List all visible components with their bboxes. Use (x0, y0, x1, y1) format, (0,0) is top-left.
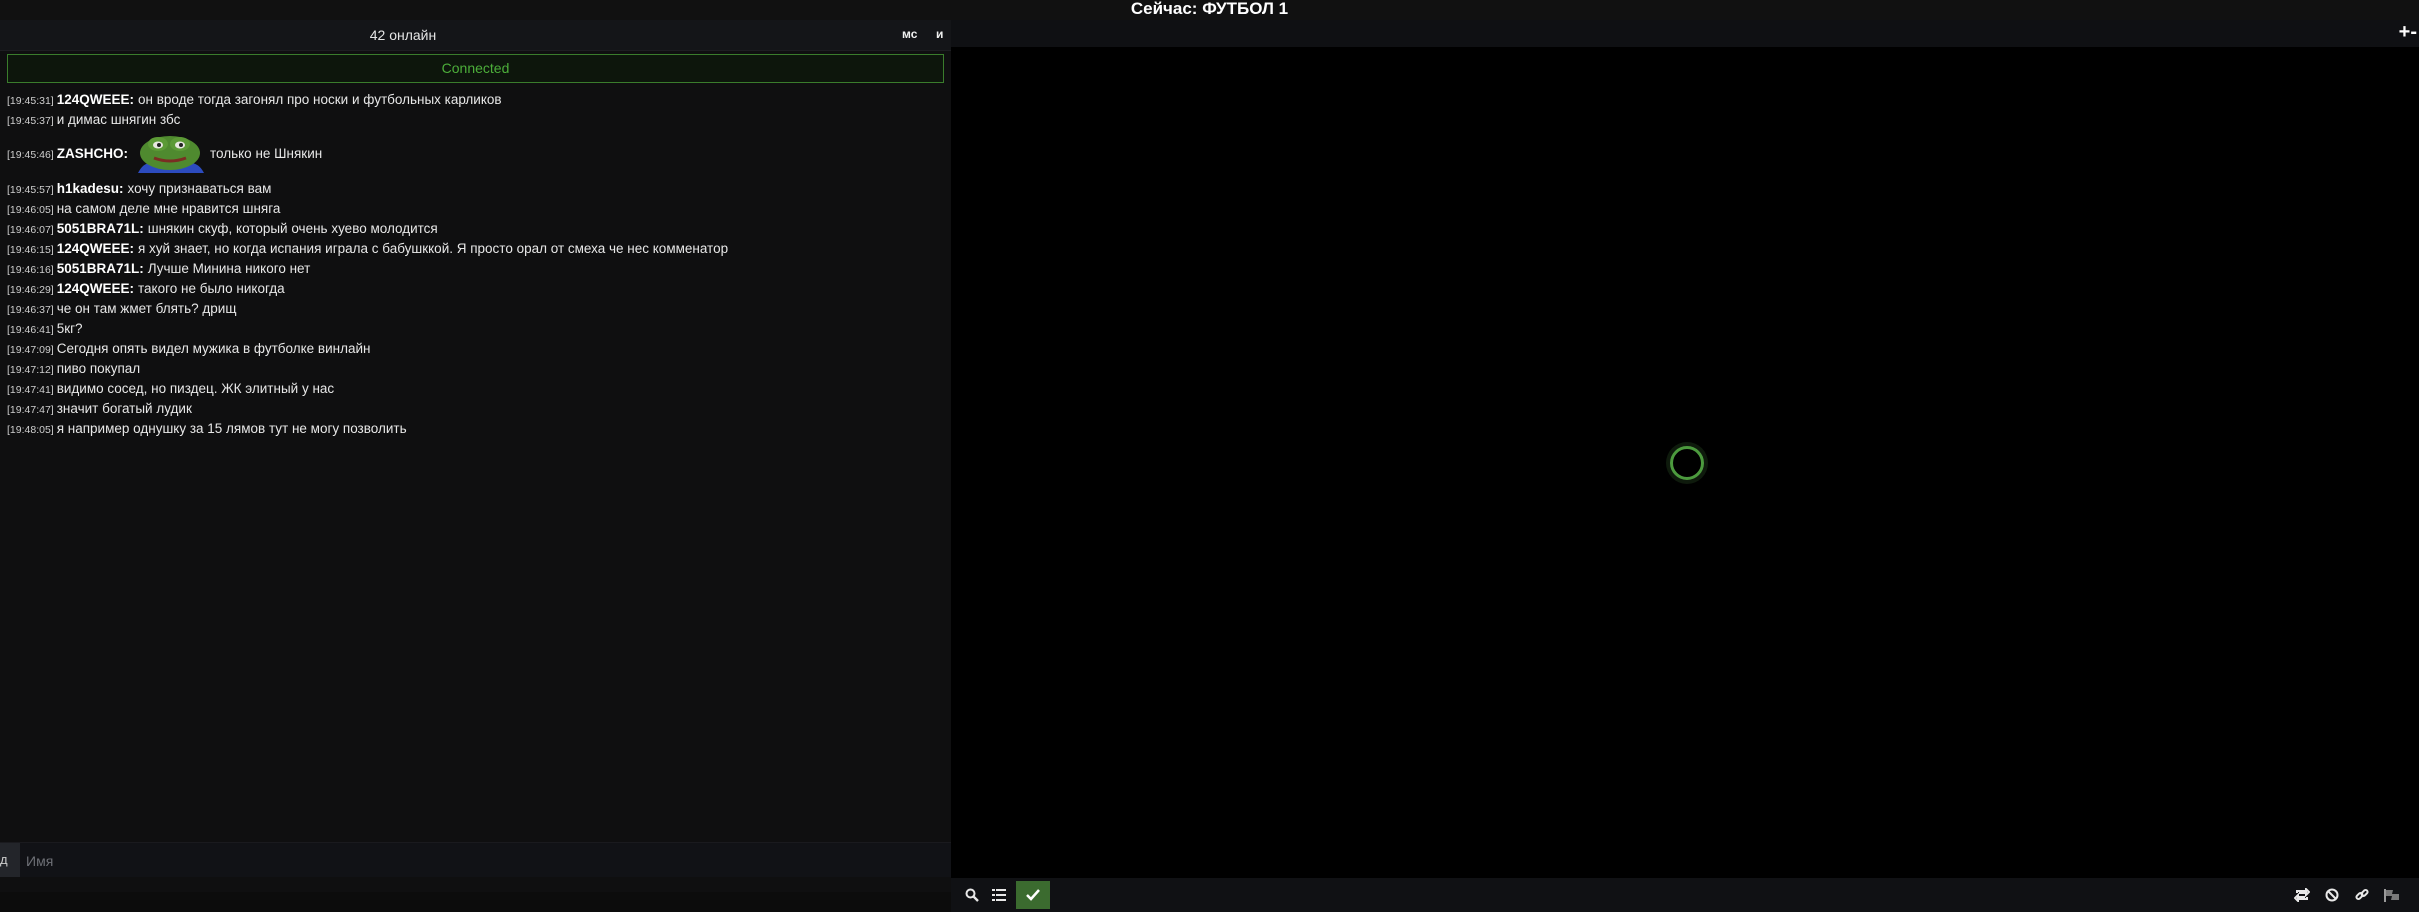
chat-message: [19:45:57] h1kadesu: хочу признаваться вам (7, 179, 942, 199)
message-timestamp: [19:47:41] (7, 384, 54, 396)
message-timestamp: [19:47:47] (7, 404, 54, 416)
message-text: Сегодня опять видел мужика в футболке ви… (56, 341, 371, 356)
check-icon[interactable] (1016, 881, 1050, 909)
i-button[interactable]: и (936, 27, 943, 41)
connection-status: Connected (7, 54, 944, 83)
message-text: я например однушку за 15 лямов тут не мо… (56, 421, 407, 436)
message-timestamp: [19:46:29] (7, 284, 54, 296)
player-controls (951, 878, 2419, 912)
chat-panel: 42 онлайн мс и Connected [19:45:31] 124QW… (0, 20, 951, 892)
flag-icon[interactable] (2378, 881, 2406, 909)
chat-message: [19:46:05] на самом деле мне нравится шня… (7, 199, 942, 219)
message-text: че он там жмет блять? дрищ (56, 301, 237, 316)
message-text: видимо сосед, но пиздец. ЖК элитный у на… (56, 381, 335, 396)
message-text: только не Шнякин (209, 146, 323, 161)
link-icon[interactable] (2348, 881, 2376, 909)
chat-message: [19:46:15] 124QWEEE: я хуй знает, но когда… (7, 239, 942, 259)
message-timestamp: [19:47:12] (7, 364, 54, 376)
message-username[interactable]: 5051BRA71L: (57, 261, 144, 276)
ms-button[interactable]: мс (902, 27, 917, 41)
chat-message: [19:46:37] че он там жмет блять? дрищ (7, 299, 942, 319)
chat-message: [19:45:46] ZASHCHO: только не Шнякин (7, 131, 942, 177)
chat-message: [19:45:31] 124QWEEE: он вроде тогда загоня… (7, 90, 942, 110)
message-timestamp: [19:46:07] (7, 224, 54, 236)
chat-message: [19:47:12] пиво покупал (7, 359, 942, 379)
now-playing-title: Сейчас: ФУТБОЛ 1 (1130, 0, 1289, 18)
top-bar: Сейчас: ФУТБОЛ 1 (0, 0, 2419, 20)
player-toolbar-top: +- (951, 20, 2419, 47)
message-timestamp: [19:46:05] (7, 204, 54, 216)
message-timestamp: [19:46:41] (7, 324, 54, 336)
message-username[interactable]: 124QWEEE: (57, 241, 134, 256)
chat-message: [19:45:37] и димас шнягин збс (7, 110, 942, 130)
message-timestamp: [19:45:31] (7, 95, 54, 107)
chat-message: [19:48:05] я например однушку за 15 лямов… (7, 419, 942, 439)
message-timestamp: [19:46:37] (7, 304, 54, 316)
message-text: такого не было никогда (138, 281, 285, 296)
message-text: 5кг? (56, 321, 83, 336)
message-text: шнякин скуф, который очень хуево молодит… (147, 221, 438, 236)
chat-message: [19:47:41] видимо сосед, но пиздец. ЖК эл… (7, 379, 942, 399)
search-icon[interactable] (958, 881, 986, 909)
message-text: значит богатый лудик (56, 401, 192, 416)
message-text: и димас шнягин збс (56, 112, 181, 127)
message-text: он вроде тогда загонял про носки и футбо… (138, 92, 502, 107)
loading-spinner-icon (1670, 446, 1704, 480)
chat-message: [19:47:09] Сегодня опять видел мужика в ф… (7, 339, 942, 359)
message-text: я хуй знает, но когда испания играла с б… (138, 241, 729, 256)
chat-message: [19:47:47] значит богатый лудик (7, 399, 942, 419)
chat-message: [19:46:07] 5051BRA71L: шнякин скуф, которы… (7, 219, 942, 239)
chat-header: 42 онлайн мс и (0, 20, 951, 51)
message-timestamp: [19:47:09] (7, 344, 54, 356)
message-username[interactable]: 124QWEEE: (57, 281, 134, 296)
message-text: пиво покупал (56, 361, 141, 376)
pepe-emote-icon (134, 131, 206, 177)
block-icon[interactable] (2318, 881, 2346, 909)
message-timestamp: [19:45:57] (7, 184, 54, 196)
message-username[interactable]: 124QWEEE: (57, 92, 134, 107)
message-timestamp: [19:46:15] (7, 244, 54, 256)
message-username[interactable]: ZASHCHO: (57, 146, 128, 161)
message-timestamp: [19:46:16] (7, 264, 54, 276)
message-username[interactable]: 5051BRA71L: (57, 221, 144, 236)
chat-message: [19:46:16] 5051BRA71L: Лучше Минина никого… (7, 259, 942, 279)
repeat-icon[interactable] (2288, 881, 2316, 909)
message-list: [19:45:31] 124QWEEE: он вроде тогда загоня… (7, 90, 942, 439)
message-text: хочу признаваться вам (127, 181, 272, 196)
message-timestamp: [19:45:46] (7, 149, 54, 161)
chat-message: [19:46:29] 124QWEEE: такого не было никогд… (7, 279, 942, 299)
chat-message: [19:46:41] 5кг? (7, 319, 942, 339)
chat-input-row: д (0, 842, 951, 877)
message-text: на самом деле мне нравится шняга (56, 201, 281, 216)
zoom-toggle[interactable]: +- (2399, 21, 2417, 43)
input-mode-toggle[interactable]: д (0, 843, 20, 877)
message-timestamp: [19:45:37] (7, 115, 54, 127)
name-input[interactable] (24, 847, 928, 875)
message-username[interactable]: h1kadesu: (57, 181, 124, 196)
message-text: Лучше Минина никого нет (147, 261, 311, 276)
message-timestamp: [19:48:05] (7, 424, 54, 436)
online-count: 42 онлайн (369, 27, 437, 43)
list-icon[interactable] (985, 881, 1013, 909)
